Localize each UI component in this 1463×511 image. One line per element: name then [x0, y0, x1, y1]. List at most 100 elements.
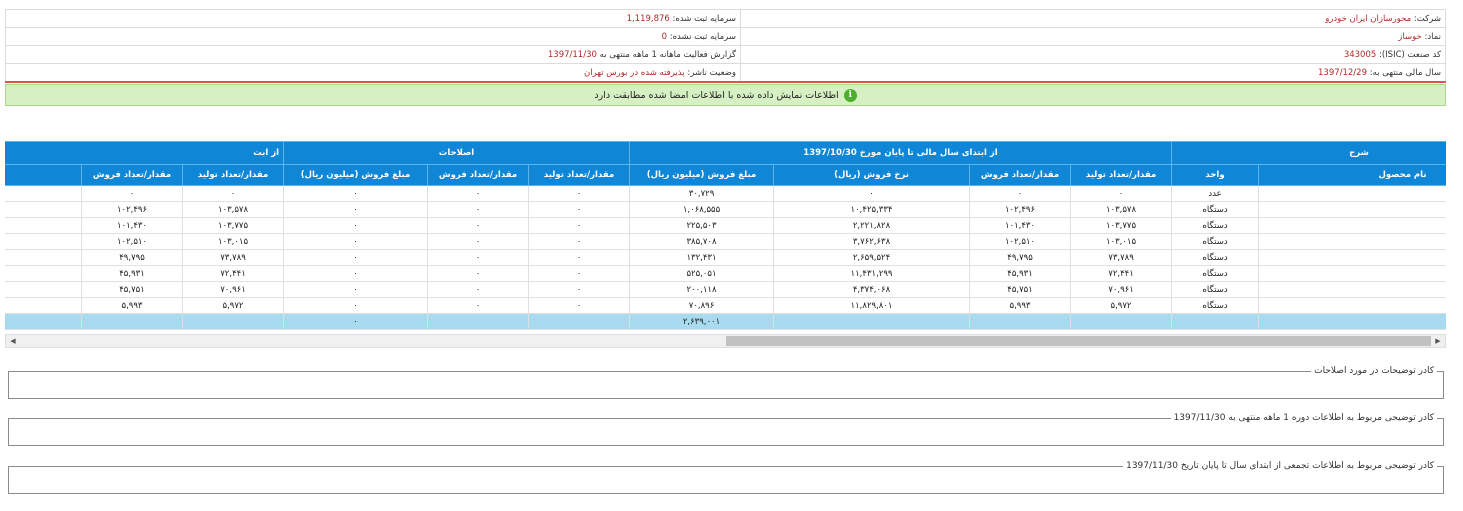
period-comment-frame[interactable]: کادر توضیحی مربوط به اطلاعات دوره 1 ماهه…: [8, 413, 1444, 446]
col-sales-amount: مبلغ فروش (میلیون ریال): [629, 164, 775, 186]
table-cell: ۷۰,۹۶۱: [1070, 281, 1173, 298]
scroll-right-icon[interactable]: ▶: [1431, 335, 1445, 347]
product-name-cell: اکسل جلو پژو 405: [1258, 249, 1446, 266]
table-cell: ۵۲۵,۰۵۱: [629, 265, 775, 282]
unreg-capital: 0: [661, 31, 667, 42]
table-cell: ۷۰,۸۹۶: [629, 297, 775, 314]
table-cell: ۱۰۲,۴۹۶: [81, 201, 183, 218]
table-cell: ۱۰۲,۴۹۶: [969, 201, 1072, 218]
table-row: اکسل جلو پژو 405دستگاه۷۳,۷۸۹۴۹,۷۹۵۲,۶۵۹,…: [5, 249, 1446, 266]
notice-text: اطلاعات نمایش داده شده با اطلاعات امضا ش…: [594, 89, 839, 101]
table-cell: ۷۰,۹۶۱: [182, 281, 284, 298]
table-cell: ۷۳,۷۸۹: [1070, 249, 1173, 266]
table-cell: ۳۸۵,۷۰۸: [629, 233, 775, 250]
table-cell: ۰: [528, 217, 631, 234]
table-cell: [5, 233, 82, 250]
fiscal-year-end: 1397/12/29: [1318, 67, 1367, 78]
isic-code: 343005: [1343, 49, 1377, 60]
group-ytd-partial: از ابت: [5, 141, 284, 165]
table-row: سایرعدد۰۰۰۳۰,۷۲۹۰۰۰۰۰: [5, 185, 1446, 202]
table-cell: ۲۰۰,۱۱۸: [629, 281, 775, 298]
table-cell: [5, 281, 82, 298]
unreg-capital-cell: سرمایه ثبت نشده: 0: [5, 27, 741, 46]
table-cell: ۰: [427, 185, 530, 202]
production-table: شرح از ابتدای سال مالی تا پایان مورخ 139…: [5, 141, 1446, 330]
table-row: اکسل جلو پژو 206دستگاه۱۰۳,۷۷۵۱۰۱,۴۳۰۲,۲۲…: [5, 217, 1446, 234]
table-cell: ۳۰,۷۲۹: [629, 185, 775, 202]
table-cell: ۱۰۳,۰۱۵: [182, 233, 284, 250]
total-label: جمع: [1258, 313, 1446, 330]
col-corr-sales-amount: مبلغ فروش (میلیون ریال): [282, 164, 429, 186]
table-cell: دستگاه: [1171, 297, 1260, 314]
table-cell: ۱۰۲,۵۱۰: [969, 233, 1072, 250]
symbol-cell: نماد: خوساز: [740, 27, 1446, 46]
table-cell: دستگاه: [1171, 217, 1260, 234]
table-cell: ۴۹,۷۹۵: [969, 249, 1072, 266]
table-cell: ۰: [427, 233, 530, 250]
product-name-cell: اکسل عقب آریسان: [1258, 297, 1446, 314]
production-table-viewport[interactable]: شرح از ابتدای سال مالی تا پایان مورخ 139…: [5, 141, 1446, 334]
fiscal-cell: سال مالی منتهی به: 1397/12/29: [740, 63, 1446, 82]
table-cell: ۰: [528, 233, 631, 250]
table-cell: ۷۳,۷۸۹: [182, 249, 284, 266]
table-row: اکسل عقب پژو 405دستگاه۷۲,۴۴۱۴۵,۹۳۱۱۱,۴۳۱…: [5, 265, 1446, 282]
cumulative-frame-label: کادر توضیحی مربوط به اطلاعات تجمعی از اب…: [1123, 461, 1437, 471]
table-cell: [5, 217, 82, 234]
verification-notice: i اطلاعات نمایش داده شده با اطلاعات امضا…: [5, 84, 1446, 106]
table-row: اکسل عقب آریساندستگاه۵,۹۷۲۵,۹۹۳۱۱,۸۲۹,۸۰…: [5, 297, 1446, 314]
table-cell: ۰: [282, 233, 429, 250]
table-cell: ۲۲۵,۵۰۳: [629, 217, 775, 234]
table-cell: ۱۰۲,۵۱۰: [81, 233, 183, 250]
table-cell: ۲,۲۲۱,۸۲۸: [773, 217, 971, 234]
table-cell: دستگاه: [1171, 201, 1260, 218]
table-cell: ۰: [282, 185, 429, 202]
table-cell: ۱۰۳,۷۷۵: [1070, 217, 1173, 234]
product-name-cell: اکسل جلو پژو 206: [1258, 217, 1446, 234]
table-cell: ۴۵,۷۵۱: [81, 281, 183, 298]
table-cell: [5, 265, 82, 282]
col-unit: واحد: [1171, 164, 1260, 186]
report-date: 1397/11/30: [547, 49, 597, 60]
table-cell: ۴۵,۷۵۱: [969, 281, 1072, 298]
info-icon: i: [843, 88, 857, 102]
status-cell: وضعیت ناشر: پذیرفته شده در بورس تهران: [5, 63, 741, 82]
table-cell: ۰: [528, 281, 631, 298]
table-cell: ۲,۶۵۹,۵۲۴: [773, 249, 971, 266]
company-cell: شرکت: محورسازان ایران خودرو: [740, 9, 1446, 28]
col-next-prod-qty: مقدار/تعداد تولید: [182, 164, 284, 186]
table-cell: ۴۵,۹۳۱: [81, 265, 183, 282]
scrollbar-thumb[interactable]: [726, 336, 1431, 346]
table-cell: [5, 185, 82, 202]
table-cell: ۰: [282, 249, 429, 266]
table-cell: ۵,۹۷۲: [182, 297, 284, 314]
table-cell: ۰: [427, 201, 530, 218]
table-cell: ۰: [182, 185, 284, 202]
publisher-status: پذیرفته شده در بورس تهران: [584, 67, 685, 78]
table-row: اکسل عقب پژو 206دستگاه۱۰۳,۵۷۸۱۰۲,۴۹۶۱۰,۴…: [5, 201, 1446, 218]
table-cell: ۰: [282, 281, 429, 298]
company-name: محورسازان ایران خودرو: [1325, 13, 1412, 24]
table-cell: ۴۵,۹۳۱: [969, 265, 1072, 282]
table-cell: دستگاه: [1171, 281, 1260, 298]
product-name-cell: اکسل عقب پژو 206: [1258, 201, 1446, 218]
col-sales-qty: مقدار/تعداد فروش: [969, 164, 1072, 186]
table-cell: ۰: [427, 265, 530, 282]
table-cell: ۰: [528, 201, 631, 218]
table-cell: ۰: [773, 185, 971, 202]
table-cell: [5, 201, 82, 218]
col-hidden: [5, 164, 82, 186]
cumulative-comment-frame[interactable]: کادر توضیحی مربوط به اطلاعات تجمعی از اب…: [8, 461, 1444, 494]
corrections-comment-frame[interactable]: کادر توضیحات در مورد اصلاحات: [8, 366, 1444, 399]
reg-capital-cell: سرمایه ثبت شده: 1,119,876: [5, 9, 741, 28]
horizontal-scrollbar[interactable]: ◀ ▶: [5, 334, 1446, 348]
total-cell: [81, 313, 183, 330]
scroll-left-icon[interactable]: ◀: [6, 335, 20, 347]
col-product: نام محصول: [1258, 164, 1446, 186]
total-cell: [528, 313, 631, 330]
total-cell: [182, 313, 284, 330]
table-cell: ۴,۳۷۴,۰۶۸: [773, 281, 971, 298]
table-cell: ۱۰,۴۲۵,۳۳۴: [773, 201, 971, 218]
table-cell: ۰: [282, 297, 429, 314]
table-cell: ۰: [1070, 185, 1173, 202]
table-cell: ۰: [282, 201, 429, 218]
